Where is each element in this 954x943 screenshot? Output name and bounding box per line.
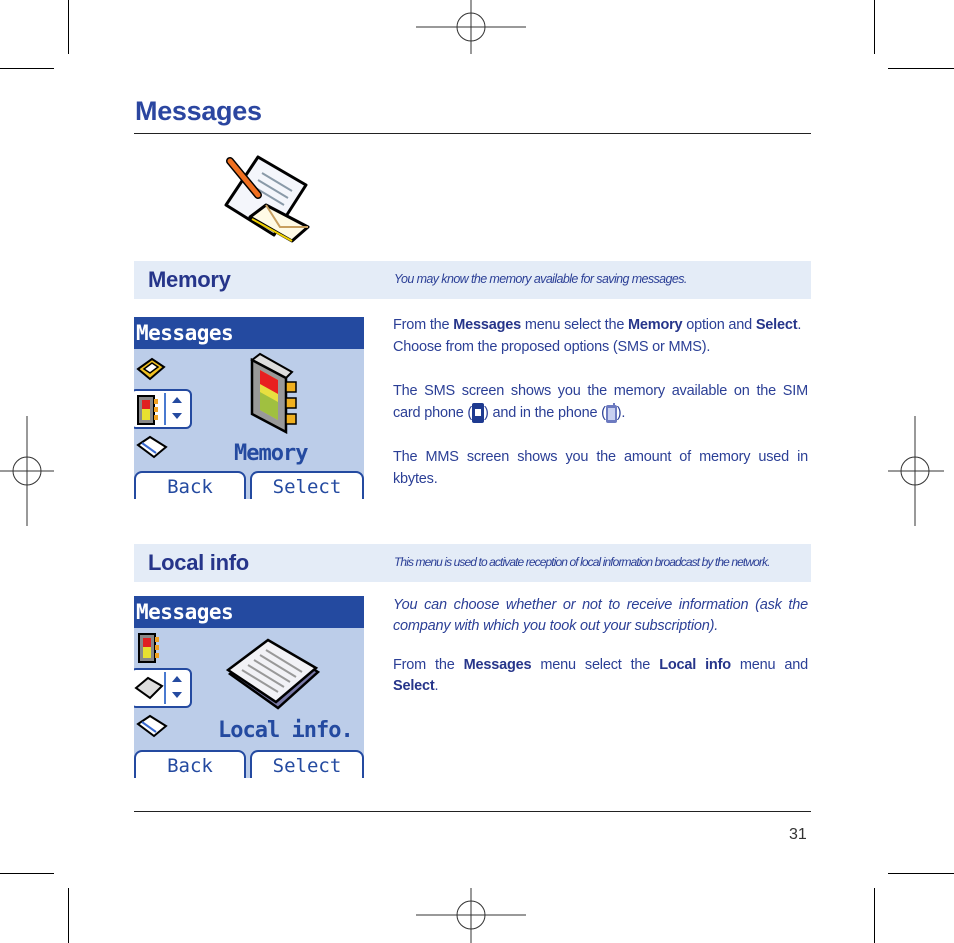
notepad-icon xyxy=(136,435,168,459)
back-softkey[interactable]: Back xyxy=(134,471,246,499)
memory-instructions: From the Messages menu select the Memory… xyxy=(393,317,802,333)
page-number: 31 xyxy=(789,826,807,843)
page-title: Messages xyxy=(135,96,262,126)
memory-sms-text: The SMS screen shows you the memory avai… xyxy=(393,380,808,424)
selector-bar xyxy=(164,672,166,704)
screen-header: Messages xyxy=(134,596,364,628)
messages-pencil-envelope-icon xyxy=(224,155,310,243)
screen-header: Messages xyxy=(134,317,364,349)
registration-mark-icon xyxy=(0,416,54,526)
card-icon xyxy=(136,357,166,381)
registration-mark-icon xyxy=(416,0,526,54)
screen-item-label: Local info. xyxy=(218,718,354,743)
local-info-body-text: You can choose whether or not to receive… xyxy=(393,595,808,637)
crop-mark xyxy=(888,873,954,874)
section-title: Memory xyxy=(148,267,231,292)
phone-icon xyxy=(605,403,617,424)
section-description: This menu is used to activate reception … xyxy=(394,555,770,569)
chevron-down-icon[interactable] xyxy=(172,413,182,419)
crop-mark xyxy=(874,0,875,54)
crop-mark xyxy=(0,873,54,874)
memory-options-text: Choose from the proposed options (SMS or… xyxy=(393,339,711,355)
chevron-down-icon[interactable] xyxy=(172,692,182,698)
screen-header-title: Messages xyxy=(136,600,234,624)
notepad-icon xyxy=(136,714,168,738)
local-info-note: You can choose whether or not to receive… xyxy=(393,597,808,634)
local-info-instructions: From the Messages menu select the Local … xyxy=(393,657,808,694)
crop-mark xyxy=(68,0,69,54)
sim-card-icon xyxy=(472,403,485,424)
select-softkey[interactable]: Select xyxy=(250,471,364,499)
crop-mark xyxy=(68,888,69,943)
section-title: Local info xyxy=(148,550,249,575)
memory-book-icon xyxy=(137,395,158,425)
memory-book-icon xyxy=(250,352,297,434)
memory-body-text: From the Messages menu select the Memory… xyxy=(393,314,808,490)
newspaper-icon xyxy=(134,676,164,700)
screen-item-label: Memory xyxy=(234,441,308,466)
footer-divider xyxy=(134,811,811,812)
memory-mms-text: The MMS screen shows you the amount of m… xyxy=(393,449,808,487)
select-softkey[interactable]: Select xyxy=(250,750,364,778)
section-header-memory: Memory You may know the memory available… xyxy=(134,261,811,299)
chevron-up-icon[interactable] xyxy=(172,397,182,403)
local-info-instructions-block: From the Messages menu select the Local … xyxy=(393,655,808,697)
back-softkey[interactable]: Back xyxy=(134,750,246,778)
crop-mark xyxy=(0,68,54,69)
newspaper-icon xyxy=(226,638,321,710)
crop-mark xyxy=(874,888,875,943)
chevron-up-icon[interactable] xyxy=(172,676,182,682)
menu-selector[interactable] xyxy=(134,668,192,708)
crop-mark xyxy=(888,68,954,69)
screen-header-title: Messages xyxy=(136,321,234,345)
registration-mark-icon xyxy=(416,888,526,943)
section-description: You may know the memory available for sa… xyxy=(394,272,687,286)
selector-bar xyxy=(164,393,166,425)
registration-mark-icon xyxy=(888,416,944,526)
menu-selector[interactable] xyxy=(134,389,192,429)
phone-screen-memory: Messages Memory Back Select xyxy=(134,317,364,499)
title-divider xyxy=(134,133,811,134)
section-header-local-info: Local info This menu is used to activate… xyxy=(134,544,811,582)
memory-book-icon xyxy=(138,633,159,663)
phone-screen-local-info: Messages Local info. Back Select xyxy=(134,596,364,778)
